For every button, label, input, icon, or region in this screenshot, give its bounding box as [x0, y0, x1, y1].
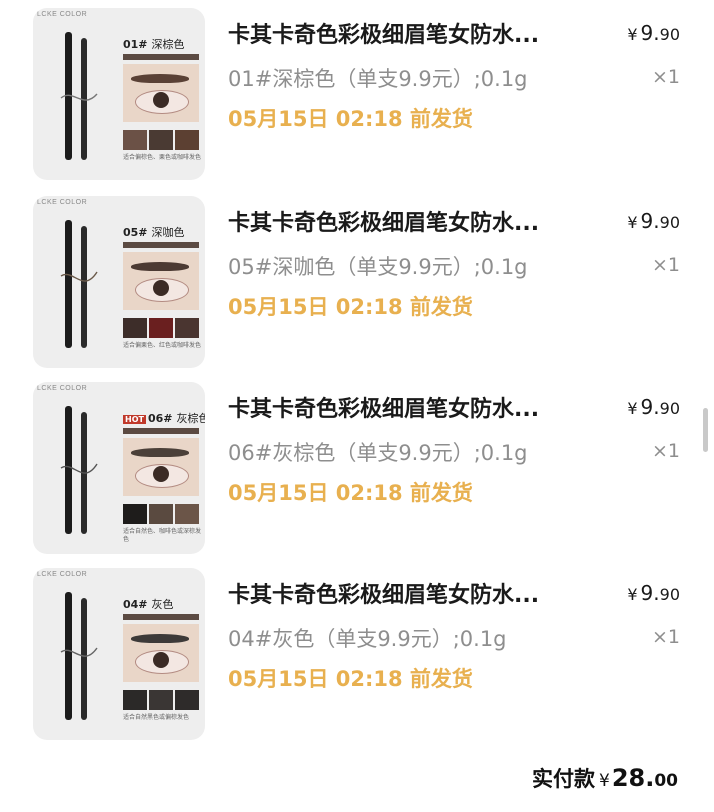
product-title[interactable]: 卡其卡奇色彩极细眉笔女防水... [228, 391, 608, 423]
color-swatches [123, 130, 199, 150]
eyebrow-pencil-icon [60, 592, 98, 720]
brand-logo: LCKE COLOR [37, 385, 88, 392]
quantity: ×1 [651, 440, 680, 462]
sku-spec: 06#灰棕色（单支9.9元）;0.1g [228, 441, 528, 465]
eye-model-image [123, 252, 199, 310]
quantity: ×1 [651, 254, 680, 276]
shade-color-bar [123, 54, 199, 60]
brand-logo: LCKE COLOR [37, 571, 88, 578]
eye-model-image [123, 64, 199, 122]
product-title[interactable]: 卡其卡奇色彩极细眉笔女防水... [228, 205, 608, 237]
shade-color-bar [123, 614, 199, 620]
shade-code: 01# 深棕色 [123, 38, 185, 51]
unit-price: ¥9.90 [627, 581, 680, 605]
shade-note: 适合偏棕色、栗色或咖啡发色 [123, 154, 202, 161]
color-swatches [123, 504, 199, 524]
sku-spec: 05#深咖色（单支9.9元）;0.1g [228, 255, 528, 279]
brand-logo: LCKE COLOR [37, 199, 88, 206]
hot-badge: HOT [123, 415, 146, 424]
unit-price: ¥9.90 [627, 21, 680, 45]
shade-note: 适合自然黑色或偏棕发色 [123, 714, 190, 721]
currency-symbol: ¥ [598, 771, 610, 791]
unit-price: ¥9.90 [627, 209, 680, 233]
eye-model-image [123, 438, 199, 496]
eyebrow-pencil-icon [60, 32, 98, 160]
eyebrow-pencil-icon [60, 220, 98, 348]
total-paid: 实付款 ¥28.00 [532, 763, 678, 793]
brand-logo: LCKE COLOR [37, 11, 88, 18]
shipping-time: 05月15日 02:18 前发货 [228, 295, 473, 319]
product-thumbnail[interactable]: LCKE COLOR HOT 06# 灰棕色 适合自然色、咖啡色或深棕发色 [33, 382, 205, 554]
eyebrow-pencil-icon [60, 406, 98, 534]
scrollbar[interactable] [703, 408, 708, 452]
product-title[interactable]: 卡其卡奇色彩极细眉笔女防水... [228, 577, 608, 609]
product-thumbnail[interactable]: LCKE COLOR 01# 深棕色 适合偏棕色、栗色或咖啡发色 [33, 8, 205, 180]
shipping-time: 05月15日 02:18 前发货 [228, 481, 473, 505]
total-label: 实付款 [531, 767, 595, 791]
unit-price: ¥9.90 [627, 395, 680, 419]
shade-note: 适合自然色、咖啡色或深棕发色 [123, 528, 202, 543]
shade-note: 适合偏栗色、红色或咖啡发色 [123, 342, 202, 349]
shipping-time: 05月15日 02:18 前发货 [228, 667, 473, 691]
quantity: ×1 [651, 626, 680, 648]
shipping-time: 05月15日 02:18 前发货 [228, 107, 473, 131]
total-amount-int: 28. [611, 764, 655, 792]
color-swatches [123, 690, 199, 710]
order-item[interactable]: LCKE COLOR 01# 深棕色 适合偏棕色、栗色或咖啡发色 卡其卡奇色彩极细… [0, 0, 714, 185]
order-item[interactable]: LCKE COLOR 04# 灰色 适合自然黑色或偏棕发色 卡其卡奇色彩极细眉笔女… [0, 560, 714, 745]
shade-code: HOT 06# 灰棕色 [123, 412, 205, 425]
sku-spec: 01#深棕色（单支9.9元）;0.1g [228, 67, 528, 91]
eye-model-image [123, 624, 199, 682]
shade-code: 04# 灰色 [123, 598, 174, 611]
total-amount-dec: 00 [654, 771, 678, 791]
quantity: ×1 [651, 66, 680, 88]
shade-color-bar [123, 428, 199, 434]
color-swatches [123, 318, 199, 338]
product-title[interactable]: 卡其卡奇色彩极细眉笔女防水... [228, 17, 608, 49]
shade-code: 05# 深咖色 [123, 226, 185, 239]
order-item[interactable]: LCKE COLOR 05# 深咖色 适合偏栗色、红色或咖啡发色 卡其卡奇色彩极细… [0, 188, 714, 373]
product-thumbnail[interactable]: LCKE COLOR 04# 灰色 适合自然黑色或偏棕发色 [33, 568, 205, 740]
product-thumbnail[interactable]: LCKE COLOR 05# 深咖色 适合偏栗色、红色或咖啡发色 [33, 196, 205, 368]
shade-color-bar [123, 242, 199, 248]
order-item[interactable]: LCKE COLOR HOT 06# 灰棕色 适合自然色、咖啡色或深棕发色 卡其卡奇… [0, 374, 714, 559]
sku-spec: 04#灰色（单支9.9元）;0.1g [228, 627, 507, 651]
